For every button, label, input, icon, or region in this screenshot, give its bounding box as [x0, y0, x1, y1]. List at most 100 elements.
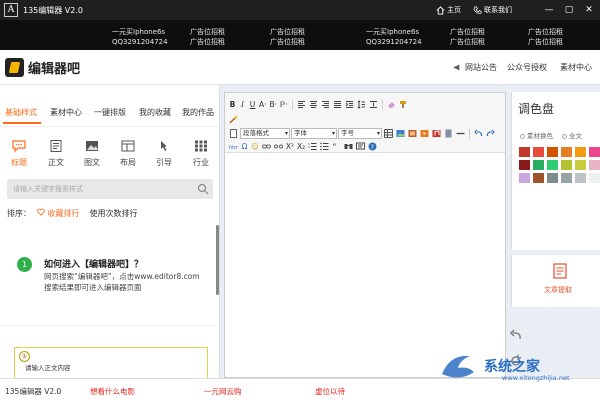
tab-my-favorites[interactable]: 我的收藏: [139, 107, 171, 118]
indent-icon[interactable]: [345, 100, 354, 109]
paragraph-spacing-icon[interactable]: [369, 100, 378, 109]
color-swatch[interactable]: [575, 173, 586, 183]
quote-icon[interactable]: “: [332, 142, 341, 151]
line-height-icon[interactable]: [357, 100, 366, 109]
background-color-button[interactable]: B·: [269, 99, 279, 110]
tab-basic-styles[interactable]: 基础样式: [5, 107, 37, 118]
preview-icon[interactable]: [356, 142, 366, 151]
emoji-button[interactable]: ☺: [250, 141, 260, 152]
special-chars-button[interactable]: Ω: [240, 141, 249, 152]
align-justify-icon[interactable]: [333, 100, 342, 109]
sort-by-favorites[interactable]: 收藏排行: [37, 208, 80, 219]
palette-mode-fulltext[interactable]: 全文: [562, 130, 582, 140]
tab-material-center[interactable]: 素材中心: [50, 107, 82, 118]
color-swatch[interactable]: [533, 173, 544, 183]
status-link[interactable]: 想看什么电影: [90, 386, 135, 397]
category-body-text[interactable]: 正文: [41, 140, 71, 168]
ad-slot[interactable]: 广告位招租 广告位招租: [190, 27, 225, 47]
multi-image-icon[interactable]: [408, 129, 417, 138]
home-link[interactable]: 主页: [436, 5, 461, 15]
ordered-list-icon[interactable]: 12: [308, 142, 317, 151]
category-title[interactable]: 标题: [4, 140, 34, 168]
ad-slot[interactable]: 广告位招租 广告位招租: [528, 27, 563, 47]
category-image-text[interactable]: 图文: [77, 140, 107, 168]
unlink-icon[interactable]: [273, 142, 283, 151]
color-swatch[interactable]: [533, 160, 544, 170]
panel-scrollbar[interactable]: [216, 225, 219, 295]
color-swatch[interactable]: [561, 173, 572, 183]
align-left-icon[interactable]: [297, 100, 306, 109]
format-painter-icon[interactable]: [399, 100, 408, 109]
paragraph-format-select[interactable]: 段落格式: [240, 128, 290, 139]
magic-wand-icon[interactable]: [229, 115, 238, 124]
maximize-button[interactable]: ▢: [561, 0, 577, 20]
paragraph-style-button[interactable]: ℙ·: [279, 99, 289, 110]
nav-account-auth[interactable]: 公众号授权: [507, 62, 547, 73]
font-family-select[interactable]: 字体: [291, 128, 337, 139]
help-icon[interactable]: ?: [368, 142, 377, 151]
italic-button[interactable]: I: [238, 99, 247, 110]
minimize-button[interactable]: —: [541, 0, 557, 20]
ad-slot[interactable]: 一元买Iphone6s QQ3291204724: [366, 27, 422, 47]
color-swatch[interactable]: [533, 147, 544, 157]
insert-video-icon[interactable]: [420, 129, 429, 138]
color-swatch[interactable]: [519, 160, 530, 170]
horizontal-rule-icon[interactable]: [456, 129, 465, 138]
color-swatch[interactable]: [575, 160, 586, 170]
find-replace-icon[interactable]: [344, 142, 353, 151]
color-swatch[interactable]: [547, 147, 558, 157]
category-layout[interactable]: 布局: [113, 140, 143, 168]
color-swatch[interactable]: [519, 173, 530, 183]
unordered-list-icon[interactable]: [320, 142, 329, 151]
link-icon[interactable]: [261, 142, 271, 151]
undo-side-icon[interactable]: [508, 327, 524, 343]
color-swatch[interactable]: [589, 160, 600, 170]
color-swatch[interactable]: [547, 160, 558, 170]
article-extract-panel[interactable]: 文章提取: [511, 255, 600, 307]
ad-slot[interactable]: 广告位招租 广告位招租: [450, 27, 485, 47]
palette-mode-material[interactable]: 素材换色: [520, 130, 553, 140]
tab-one-click-layout[interactable]: 一键排版: [94, 107, 126, 118]
category-guide[interactable]: 引导: [149, 140, 179, 168]
undo-icon[interactable]: [474, 129, 483, 138]
align-right-icon[interactable]: [321, 100, 330, 109]
color-swatch[interactable]: [547, 173, 558, 183]
new-document-icon[interactable]: [229, 129, 238, 138]
style-template-card[interactable]: ① 请输入正文内容: [14, 347, 208, 378]
brand[interactable]: 编辑器吧: [5, 58, 80, 77]
superscript-button[interactable]: X²: [285, 141, 295, 152]
subscript-button[interactable]: X₂: [296, 141, 306, 152]
html-source-icon[interactable]: html: [229, 142, 238, 151]
contact-link[interactable]: 联系我们: [473, 5, 512, 15]
status-link[interactable]: 虚位以待: [315, 386, 345, 397]
nav-material-center[interactable]: 素材中心: [560, 62, 592, 73]
close-button[interactable]: ✕: [581, 0, 597, 20]
ad-slot[interactable]: 广告位招租 广告位招租: [270, 27, 305, 47]
sort-by-usage[interactable]: 使用次数排行: [90, 208, 138, 219]
color-swatch[interactable]: [519, 147, 530, 157]
table-icon[interactable]: [384, 129, 393, 138]
font-size-select[interactable]: 字号: [338, 128, 382, 139]
color-swatch[interactable]: [589, 147, 600, 157]
color-swatch[interactable]: [561, 147, 572, 157]
insert-music-icon[interactable]: [432, 129, 441, 138]
search-icon[interactable]: [197, 183, 209, 195]
underline-button[interactable]: U: [248, 99, 257, 110]
eraser-icon[interactable]: [387, 100, 396, 109]
ad-slot[interactable]: 一元买Iphone6s QQ3291204724: [112, 27, 168, 47]
insert-file-icon[interactable]: [444, 129, 453, 138]
font-color-button[interactable]: A·: [258, 99, 268, 110]
editor-content-area[interactable]: [225, 154, 505, 377]
color-swatch[interactable]: [589, 173, 600, 183]
search-input[interactable]: [7, 179, 187, 199]
bold-button[interactable]: B: [228, 99, 237, 110]
nav-announcement[interactable]: 网站公告: [453, 62, 497, 73]
align-center-icon[interactable]: [309, 100, 318, 109]
redo-icon[interactable]: [486, 129, 495, 138]
category-industry[interactable]: 行业: [186, 140, 216, 168]
color-swatch[interactable]: [561, 160, 572, 170]
status-link[interactable]: 一元网云购: [204, 386, 242, 397]
tab-my-works[interactable]: 我的作品: [182, 107, 214, 118]
color-swatch[interactable]: [575, 147, 586, 157]
insert-image-icon[interactable]: [396, 129, 405, 138]
